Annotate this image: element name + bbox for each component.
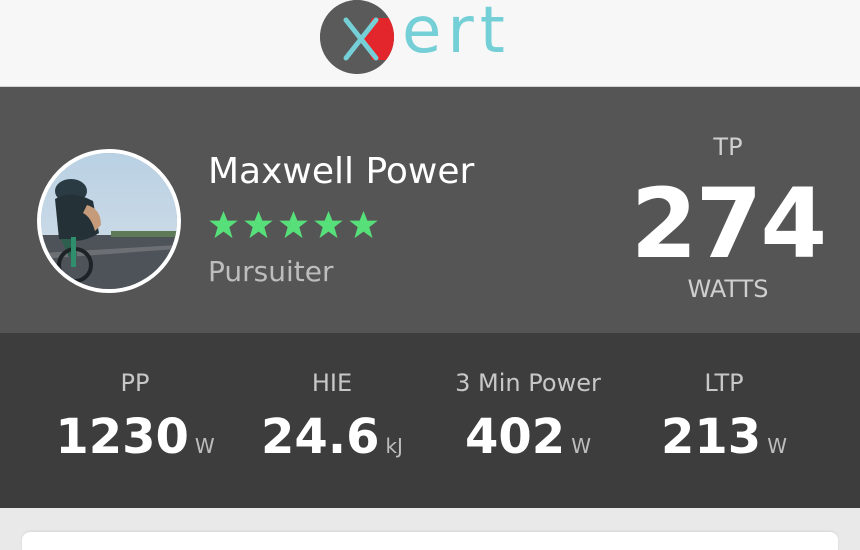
metric-label: LTP bbox=[704, 369, 744, 397]
profile-panel: Maxwell Power Pursuiter TP 274 WATTS bbox=[0, 87, 860, 333]
header: ert bbox=[0, 0, 860, 87]
xert-x-mark-icon bbox=[320, 0, 394, 74]
star-icon bbox=[279, 210, 308, 239]
metric-unit: W bbox=[194, 434, 215, 458]
metric-value: 213 W bbox=[624, 409, 824, 465]
athlete-rank: Pursuiter bbox=[208, 255, 334, 288]
star-icon bbox=[349, 210, 378, 239]
metric-number: 213 bbox=[661, 409, 762, 465]
content-card[interactable] bbox=[22, 532, 838, 550]
metric-unit: kJ bbox=[385, 434, 403, 458]
metric-value: 24.6 kJ bbox=[232, 409, 432, 465]
metric-hie: HIE 24.6 kJ bbox=[232, 333, 432, 508]
tp-label: TP bbox=[713, 133, 743, 161]
logo-wordmark: ert bbox=[402, 0, 511, 68]
metric-3min-power: 3 Min Power 402 W bbox=[428, 333, 628, 508]
cyclist-photo-icon bbox=[41, 153, 177, 289]
metric-value: 1230 W bbox=[35, 409, 235, 465]
metric-label: PP bbox=[120, 369, 150, 397]
star-icon bbox=[244, 210, 273, 239]
metric-number: 402 bbox=[465, 409, 566, 465]
athlete-name: Maxwell Power bbox=[208, 151, 475, 192]
metric-number: 24.6 bbox=[261, 409, 380, 465]
metric-value: 402 W bbox=[428, 409, 628, 465]
rating-stars bbox=[208, 209, 379, 240]
metric-number: 1230 bbox=[55, 409, 189, 465]
metrics-panel: PP 1230 W HIE 24.6 kJ 3 Min Power 402 W LTP… bbox=[0, 333, 860, 508]
avatar[interactable] bbox=[37, 149, 181, 293]
metric-pp: PP 1230 W bbox=[35, 333, 235, 508]
metric-label: 3 Min Power bbox=[455, 369, 601, 397]
app-frame: ert Maxwell Power Pursuiter TP 274 WATTS… bbox=[0, 0, 860, 550]
metric-unit: W bbox=[571, 434, 591, 458]
metric-unit: W bbox=[767, 434, 787, 458]
metric-ltp: LTP 213 W bbox=[624, 333, 824, 508]
star-icon bbox=[314, 210, 343, 239]
metric-label: HIE bbox=[311, 369, 353, 397]
xert-logo[interactable]: ert bbox=[318, 0, 558, 74]
star-icon bbox=[209, 210, 238, 239]
tp-unit: WATTS bbox=[687, 275, 769, 303]
tp-value: 274 bbox=[630, 168, 827, 280]
